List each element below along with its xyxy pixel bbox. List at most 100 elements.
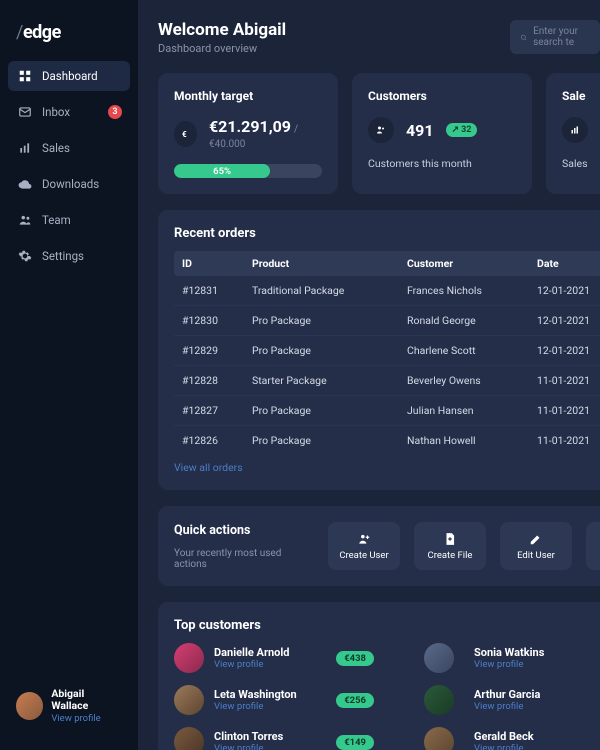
- amount-badge: €149: [336, 735, 374, 750]
- sidebar: /edge Dashboard Inbox 3 Sales Downloads: [0, 0, 138, 750]
- cell-date: 11-01-2021: [537, 374, 600, 387]
- downloads-icon: [18, 177, 32, 191]
- view-profile-link[interactable]: View profile: [214, 743, 283, 750]
- inbox-badge: 3: [108, 105, 122, 119]
- table-row[interactable]: #12829Pro PackageCharlene Scott12-01-202…: [174, 336, 600, 366]
- table-row[interactable]: #12828Starter PackageBeverley Owens11-01…: [174, 366, 600, 396]
- cell-id: #12828: [182, 374, 252, 387]
- cell-date: 11-01-2021: [537, 404, 600, 417]
- dashboard-icon: [18, 69, 32, 83]
- delta-badge: ↗ 32: [446, 123, 478, 137]
- customer-name: Arthur Garcia: [474, 688, 540, 701]
- customer-name: Gerald Beck: [474, 730, 534, 743]
- qa-subtitle: Your recently most used actions: [174, 548, 314, 570]
- card-customers: Customers 491 ↗ 32 Customers this month: [352, 73, 532, 194]
- cell-product: Traditional Package: [252, 284, 407, 297]
- cell-id: #12830: [182, 314, 252, 327]
- card-title: Sale: [562, 89, 600, 103]
- customers-value: 491: [406, 121, 434, 140]
- cell-date: 12-01-2021: [537, 344, 600, 357]
- sidebar-item-dashboard[interactable]: Dashboard: [8, 61, 130, 91]
- table-row[interactable]: #12826Pro PackageNathan Howell11-01-2021: [174, 426, 600, 455]
- nav-label: Downloads: [42, 177, 99, 191]
- cell-id: #12831: [182, 284, 252, 297]
- qa-edit-user[interactable]: Edit User: [500, 522, 572, 570]
- progress-bar: 65%: [174, 164, 322, 178]
- nav-label: Dashboard: [42, 69, 98, 83]
- qa-title: Quick actions: [174, 523, 314, 538]
- customer-row: Clinton Torres View profile €149: [174, 727, 374, 750]
- table-row[interactable]: #12827Pro PackageJulian Hansen11-01-2021: [174, 396, 600, 426]
- card-title: Monthly target: [174, 89, 322, 103]
- page-subtitle: Dashboard overview: [158, 42, 286, 55]
- panel-title: Top customers: [174, 618, 600, 633]
- sidebar-item-inbox[interactable]: Inbox 3: [8, 97, 130, 127]
- qa-label: Edit User: [517, 550, 555, 561]
- cell-date: 12-01-2021: [537, 284, 600, 297]
- main: Welcome Abigail Dashboard overview Enter…: [138, 0, 600, 750]
- cell-date: 11-01-2021: [537, 434, 600, 447]
- team-icon: [18, 213, 32, 227]
- brand-name: edge: [23, 22, 61, 43]
- search-icon: [520, 32, 527, 43]
- card-monthly-target: Monthly target € €21.291,09 / €40.000 65…: [158, 73, 338, 194]
- cell-product: Starter Package: [252, 374, 407, 387]
- view-all-orders-link[interactable]: View all orders: [174, 461, 243, 474]
- sales-icon: [18, 141, 32, 155]
- sidebar-item-sales[interactable]: Sales: [8, 133, 130, 163]
- sidebar-item-team[interactable]: Team: [8, 205, 130, 235]
- stat-cards: Monthly target € €21.291,09 / €40.000 65…: [158, 73, 600, 194]
- inbox-icon: [18, 105, 32, 119]
- table-row[interactable]: #12831Traditional PackageFrances Nichols…: [174, 276, 600, 306]
- avatar: [174, 643, 204, 673]
- avatar: [16, 692, 43, 720]
- th-id: ID: [182, 257, 252, 270]
- header: Welcome Abigail Dashboard overview Enter…: [158, 20, 600, 55]
- profile[interactable]: Abigail Wallace View profile: [0, 680, 138, 732]
- th-customer: Customer: [407, 257, 537, 270]
- search-input[interactable]: Enter your search te: [510, 20, 600, 54]
- view-profile-link[interactable]: View profile: [474, 743, 534, 750]
- customer-row: Gerald Beck View profile: [424, 727, 544, 750]
- table-header: ID Product Customer Date: [174, 251, 600, 276]
- view-profile-link[interactable]: View profile: [214, 659, 289, 670]
- cell-product: Pro Package: [252, 344, 407, 357]
- orders-table: ID Product Customer Date #12831Tradition…: [174, 251, 600, 455]
- users-icon: [368, 117, 394, 143]
- cell-customer: Julian Hansen: [407, 404, 537, 417]
- avatar: [174, 727, 204, 750]
- avatar: [424, 643, 454, 673]
- brand-slash: /: [16, 22, 23, 43]
- card-caption: Sales: [562, 157, 600, 170]
- cell-id: #12829: [182, 344, 252, 357]
- sidebar-item-downloads[interactable]: Downloads: [8, 169, 130, 199]
- cell-date: 12-01-2021: [537, 314, 600, 327]
- cell-product: Pro Package: [252, 314, 407, 327]
- gear-icon: [18, 249, 32, 263]
- avatar: [424, 685, 454, 715]
- recent-orders-panel: Recent orders ID Product Customer Date #…: [158, 210, 600, 490]
- nav-label: Team: [42, 213, 71, 227]
- cell-product: Pro Package: [252, 434, 407, 447]
- qa-create-file[interactable]: Create File: [414, 522, 486, 570]
- th-date: Date: [537, 257, 600, 270]
- qa-label: Create File: [428, 550, 473, 561]
- qa-label: Create User: [339, 550, 388, 561]
- view-profile-link[interactable]: View profile: [474, 659, 544, 670]
- quick-actions-panel: Quick actions Your recently most used ac…: [158, 506, 600, 586]
- nav-label: Sales: [42, 141, 70, 155]
- card-caption: Customers this month: [368, 157, 516, 170]
- profile-link[interactable]: View profile: [51, 713, 122, 724]
- view-profile-link[interactable]: View profile: [474, 701, 540, 712]
- th-product: Product: [252, 257, 407, 270]
- table-row[interactable]: #12830Pro PackageRonald George12-01-2021: [174, 306, 600, 336]
- sidebar-item-settings[interactable]: Settings: [8, 241, 130, 271]
- customer-name: Leta Washington: [214, 688, 297, 701]
- welcome: Welcome Abigail Dashboard overview: [158, 20, 286, 55]
- cell-customer: Beverley Owens: [407, 374, 537, 387]
- qa-view-stats[interactable]: View Sta: [586, 522, 600, 570]
- view-profile-link[interactable]: View profile: [214, 701, 297, 712]
- customer-row: Arthur Garcia View profile: [424, 685, 544, 715]
- profile-name: Abigail Wallace: [51, 688, 122, 713]
- qa-create-user[interactable]: Create User: [328, 522, 400, 570]
